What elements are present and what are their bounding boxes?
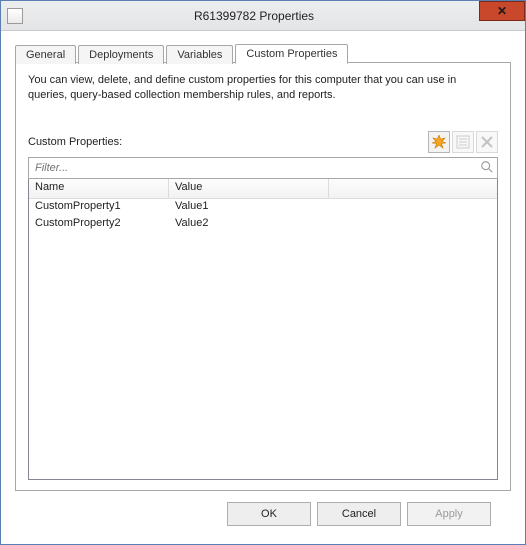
window-title: R61399782 Properties <box>23 9 525 23</box>
close-button[interactable]: ✕ <box>479 1 525 21</box>
column-header-value[interactable]: Value <box>169 179 329 198</box>
tab-variables[interactable]: Variables <box>166 45 233 64</box>
properties-icon <box>456 135 470 149</box>
tab-general[interactable]: General <box>15 45 76 64</box>
list-label: Custom Properties: <box>28 136 122 148</box>
column-header-name[interactable]: Name <box>29 179 169 198</box>
filter-input[interactable] <box>28 157 498 179</box>
list-label-row: Custom Properties: <box>28 131 498 153</box>
tab-panel-custom-properties: You can view, delete, and define custom … <box>15 62 511 491</box>
cell-value: Value2 <box>169 216 329 233</box>
tab-custom-properties[interactable]: Custom Properties <box>235 44 348 64</box>
starburst-icon <box>432 135 446 149</box>
list-item[interactable]: CustomProperty2 Value2 <box>29 216 497 233</box>
dialog-footer: OK Cancel Apply <box>15 492 511 536</box>
close-icon: ✕ <box>497 4 507 18</box>
cell-value: Value1 <box>169 199 329 216</box>
ok-button[interactable]: OK <box>227 502 311 526</box>
delete-property-button <box>476 131 498 153</box>
delete-x-icon <box>480 135 494 149</box>
titlebar: R61399782 Properties ✕ <box>1 1 525 31</box>
listview-body: CustomProperty1 Value1 CustomProperty2 V… <box>29 199 497 479</box>
cancel-button[interactable]: Cancel <box>317 502 401 526</box>
cell-name: CustomProperty2 <box>29 216 169 233</box>
apply-button: Apply <box>407 502 491 526</box>
edit-property-button <box>452 131 474 153</box>
column-header-spacer <box>329 179 497 198</box>
panel-description: You can view, delete, and define custom … <box>28 73 498 103</box>
tab-deployments[interactable]: Deployments <box>78 45 164 64</box>
window-sysicon <box>7 8 23 24</box>
tabstrip: General Deployments Variables Custom Pro… <box>15 41 511 63</box>
dialog-content: General Deployments Variables Custom Pro… <box>1 31 525 544</box>
search-icon[interactable] <box>480 160 494 174</box>
new-property-button[interactable] <box>428 131 450 153</box>
properties-dialog: R61399782 Properties ✕ General Deploymen… <box>0 0 526 545</box>
properties-listview[interactable]: Name Value CustomProperty1 Value1 Custom… <box>28 179 498 480</box>
listview-header: Name Value <box>29 179 497 199</box>
cell-name: CustomProperty1 <box>29 199 169 216</box>
filter-wrap <box>28 157 498 179</box>
toolbar <box>428 131 498 153</box>
list-item[interactable]: CustomProperty1 Value1 <box>29 199 497 216</box>
